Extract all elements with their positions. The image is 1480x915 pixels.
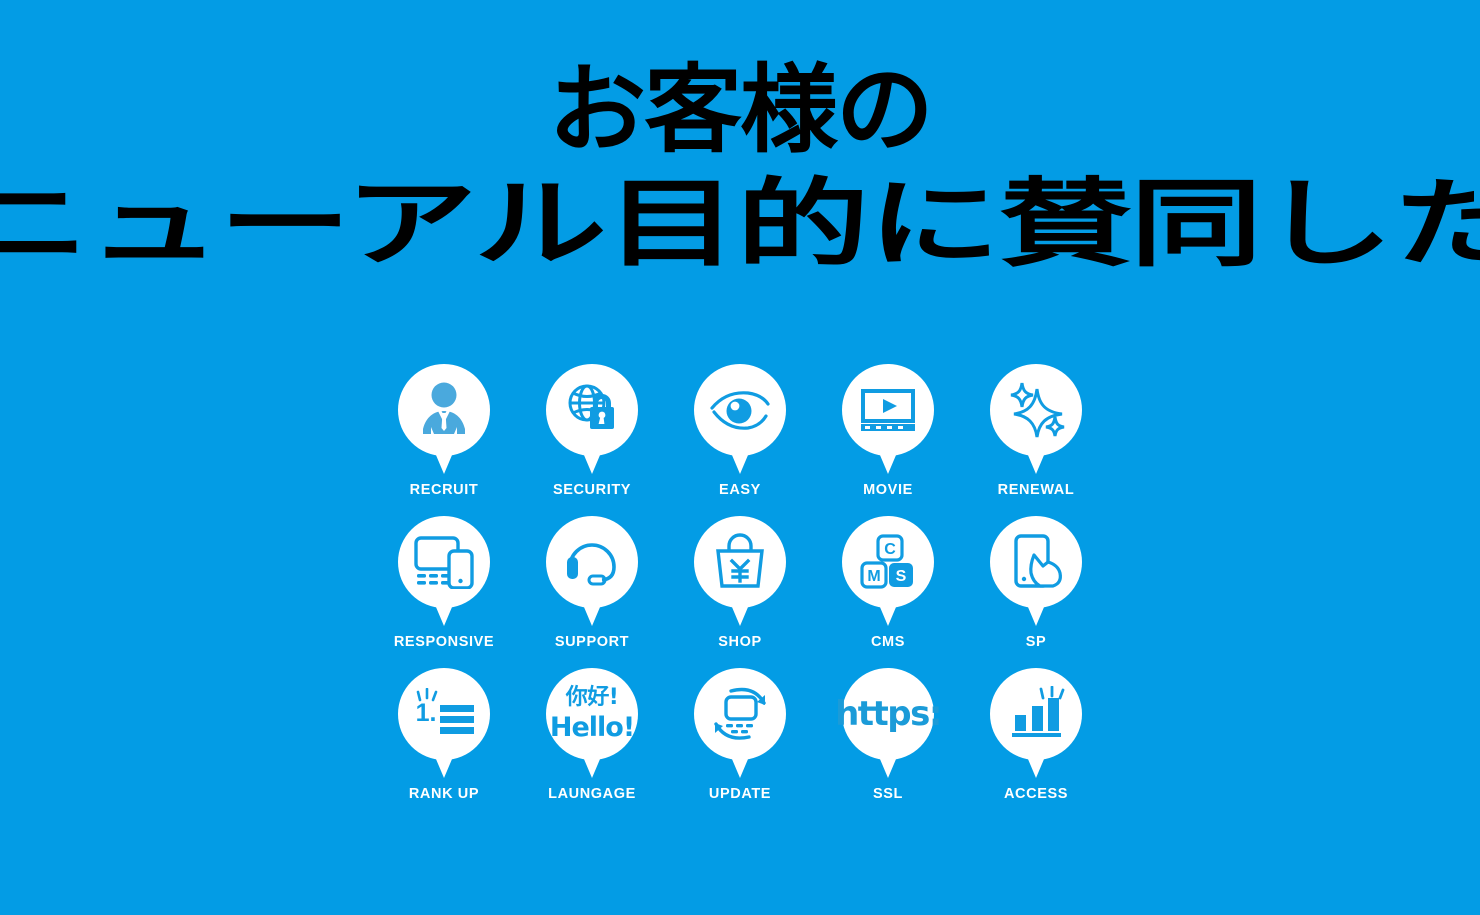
feature-item-renewal[interactable]: RENEWAL	[962, 364, 1110, 498]
feature-label: RESPONSIVE	[393, 634, 495, 650]
icon-row-2: RESPONSIVE SUPPORT SHOP C M S CMS SP	[370, 516, 1110, 650]
rank-one-list-icon: 1.	[416, 688, 474, 734]
pin-shape	[990, 668, 1082, 778]
feature-label: LAUNGAGE	[548, 786, 636, 802]
feature-item-update[interactable]: UPDATE	[666, 668, 814, 802]
pin-shape	[842, 364, 934, 474]
globe-padlock-icon	[568, 384, 614, 429]
feature-label: SUPPORT	[554, 634, 630, 650]
pin-shape	[398, 516, 490, 626]
pin-shape	[990, 516, 1082, 626]
cms-letter-c: C	[884, 541, 896, 558]
bar-chart-icon	[1012, 686, 1065, 737]
feature-label: RANK UP	[408, 786, 480, 802]
language-chinese-text: 你好!	[565, 685, 619, 710]
feature-label: MOVIE	[863, 482, 913, 498]
feature-label: ACCESS	[1003, 786, 1069, 802]
feature-item-recruit[interactable]: RECRUIT	[370, 364, 518, 498]
laptop-smartphone-icon	[414, 536, 474, 589]
icon-row-3: 1. RANK UP 你好! Hello! LAUNGAGE UPDATE ht…	[370, 668, 1110, 802]
feature-item-rank-up[interactable]: 1. RANK UP	[370, 668, 518, 802]
language-english-text: Hello!	[549, 712, 635, 743]
language-hello-icon: 你好! Hello!	[549, 685, 635, 743]
page-title-line-1: お客様の	[548, 54, 934, 166]
pin-shape	[990, 364, 1082, 474]
feature-item-movie[interactable]: MOVIE	[814, 364, 962, 498]
feature-item-support[interactable]: SUPPORT	[518, 516, 666, 650]
rank-number: 1.	[416, 699, 437, 727]
pin-shape	[694, 516, 786, 626]
sparkle-icon	[1010, 382, 1065, 438]
feature-item-access[interactable]: ACCESS	[962, 668, 1110, 802]
feature-label: UPDATE	[708, 786, 772, 802]
page-title: お客様の リニューアル目的に賛同した話	[0, 62, 1480, 272]
feature-label: SHOP	[718, 634, 762, 650]
businessman-icon	[423, 382, 465, 434]
feature-label: CMS	[870, 634, 906, 650]
pin-shape	[398, 364, 490, 474]
feature-item-shop[interactable]: SHOP	[666, 516, 814, 650]
feature-item-ssl[interactable]: https: SSL	[814, 668, 962, 802]
feature-label: EASY	[719, 482, 761, 498]
pin-shape	[546, 516, 638, 626]
pin-shape: 1.	[398, 668, 490, 778]
icon-row-1: RECRUIT SECURITY EASY MOVIE RENEWAL	[370, 364, 1110, 498]
cms-letter-s: S	[896, 568, 907, 585]
cms-letter-m: M	[867, 568, 880, 585]
pin-shape	[694, 364, 786, 474]
feature-item-sp[interactable]: SP	[962, 516, 1110, 650]
feature-label: RECRUIT	[409, 482, 479, 498]
feature-item-responsive[interactable]: RESPONSIVE	[370, 516, 518, 650]
headset-icon	[567, 543, 616, 586]
feature-item-cms[interactable]: C M S CMS	[814, 516, 962, 650]
https-icon: https:	[835, 694, 942, 734]
slide-canvas: お客様の リニューアル目的に賛同した話 RECRUIT	[0, 0, 1480, 915]
pin-shape: 你好! Hello!	[546, 668, 638, 778]
smartphone-tap-icon	[1014, 534, 1062, 588]
video-player-icon	[861, 389, 915, 431]
feature-item-easy[interactable]: EASY	[666, 364, 814, 498]
feature-item-laungage[interactable]: 你好! Hello! LAUNGAGE	[518, 668, 666, 802]
pin-shape	[694, 668, 786, 778]
cms-blocks-icon: C M S	[860, 534, 913, 589]
feature-label: SECURITY	[552, 482, 632, 498]
pin-shape: C M S	[842, 516, 934, 626]
feature-label: SSL	[873, 786, 903, 802]
feature-item-security[interactable]: SECURITY	[518, 364, 666, 498]
feature-label: SP	[1025, 634, 1047, 650]
pin-shape	[546, 364, 638, 474]
refresh-laptop-icon	[714, 687, 766, 740]
shopping-bag-yen-icon	[716, 533, 764, 588]
eye-icon	[710, 391, 770, 430]
feature-label: RENEWAL	[997, 482, 1075, 498]
pin-shape: https:	[835, 668, 942, 778]
feature-icon-grid: RECRUIT SECURITY EASY MOVIE RENEWAL RESP…	[370, 364, 1110, 820]
page-title-line-2: リニューアル目的に賛同した話	[0, 168, 1480, 280]
